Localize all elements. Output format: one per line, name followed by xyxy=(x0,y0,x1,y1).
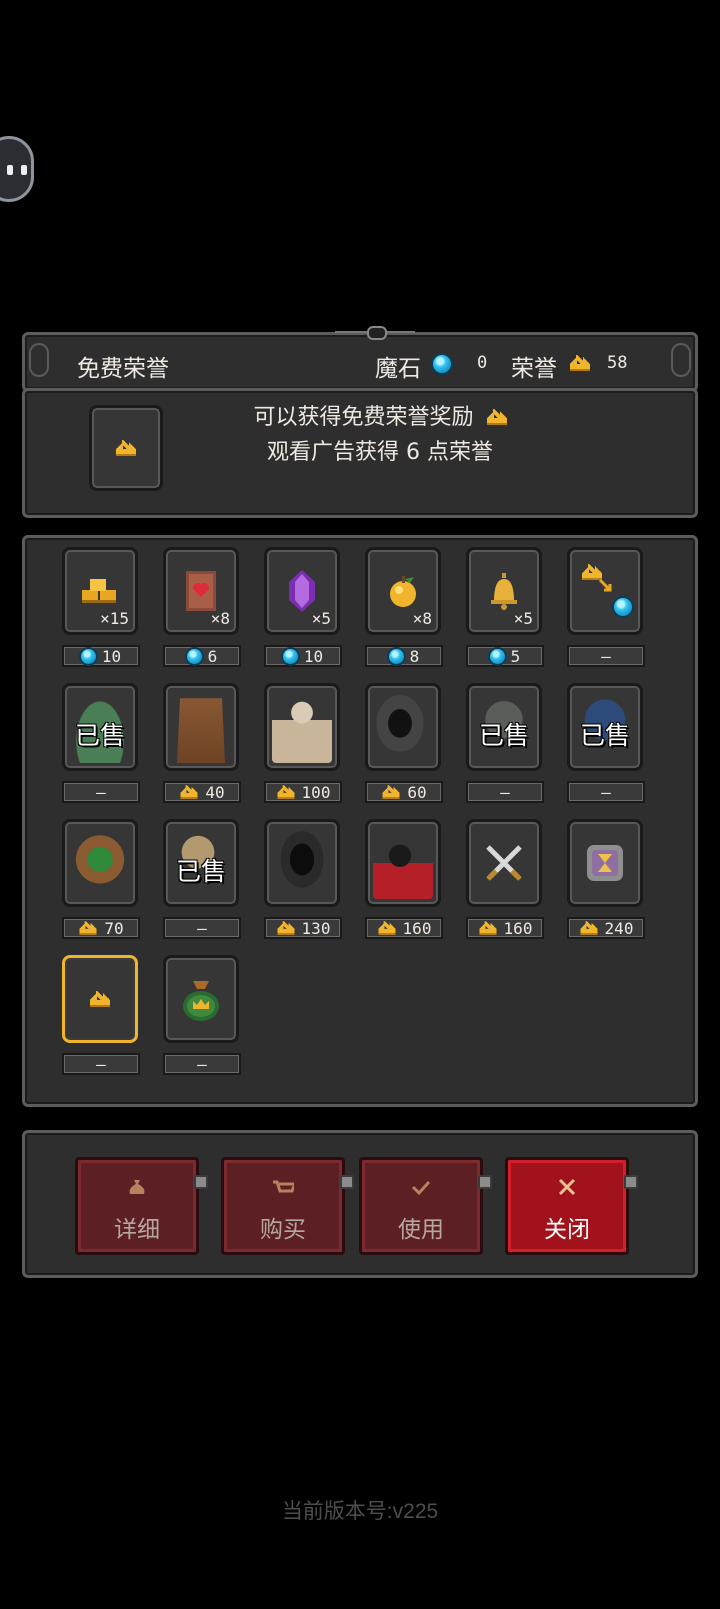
heart-scroll-icon xyxy=(186,571,216,611)
version-label: 当前版本号:v225 xyxy=(281,1500,439,1523)
floating-assistant-button[interactable] xyxy=(0,136,34,202)
separator-knob xyxy=(624,1175,638,1189)
close-icon xyxy=(558,1178,576,1196)
crown-icon xyxy=(580,921,598,935)
info-title: 可以获得免费荣誉奖励 xyxy=(253,405,474,430)
separator-knob xyxy=(340,1175,354,1189)
crown-icon xyxy=(378,921,396,935)
item-price: 40 xyxy=(205,782,225,802)
honor-value: 58 xyxy=(607,353,628,373)
item-price: 160 xyxy=(503,918,533,938)
gold-stack-icon xyxy=(82,579,116,603)
item-quantity: ×5 xyxy=(311,609,331,628)
item-quantity: ×5 xyxy=(513,609,533,628)
crown-icon xyxy=(570,355,590,371)
page-title: 免费荣誉 xyxy=(77,356,169,382)
gem-icon xyxy=(388,648,404,664)
armored-knight-character xyxy=(272,691,332,763)
close-button[interactable]: 关闭 xyxy=(505,1157,629,1255)
shadow-reaper-character xyxy=(272,827,332,899)
item-price: — xyxy=(197,918,207,938)
sold-label: 已售 xyxy=(175,857,226,886)
item-price: — xyxy=(500,782,510,802)
golden-apple-icon xyxy=(390,576,416,607)
gem-icon xyxy=(489,648,505,664)
crown-icon xyxy=(382,785,400,799)
item-quantity: ×15 xyxy=(100,609,129,628)
cart-icon xyxy=(273,1180,294,1193)
separator-knob xyxy=(194,1175,208,1189)
free-honor-info: 可以获得免费荣誉奖励 观看广告获得 6 点荣誉 xyxy=(22,388,698,518)
use-button[interactable]: 使用 xyxy=(359,1157,483,1255)
item-quantity: ×8 xyxy=(412,609,432,628)
action-bar: 详细 购买 使用 关闭 xyxy=(22,1130,698,1278)
crown-icon xyxy=(90,991,110,1007)
item-price: 60 xyxy=(407,782,427,802)
sold-label: 已售 xyxy=(74,721,125,750)
crown-icon xyxy=(277,785,295,799)
magic-stone-icon xyxy=(433,355,451,373)
crown-icon xyxy=(277,921,295,935)
item-price: 240 xyxy=(604,918,634,938)
pirate-mage-character xyxy=(373,827,433,899)
corner-ornament-icon xyxy=(671,343,691,377)
bell-icon xyxy=(491,573,517,610)
ornament-icon xyxy=(335,326,415,340)
item-price: — xyxy=(601,782,611,802)
sold-label: 已售 xyxy=(579,721,630,750)
eye-icon xyxy=(21,165,27,175)
crown-icon xyxy=(79,921,97,935)
item-price: 10 xyxy=(101,646,122,666)
honor-bag-icon xyxy=(183,981,219,1021)
eye-icon xyxy=(7,165,13,175)
item-price: 8 xyxy=(409,646,420,666)
item-price: 6 xyxy=(207,646,218,666)
purple-crystal-icon xyxy=(289,570,315,612)
sold-label: 已售 xyxy=(478,721,529,750)
gem-icon xyxy=(282,648,298,664)
item-price: 130 xyxy=(301,918,331,938)
pouch-icon xyxy=(129,1180,145,1194)
corner-ornament-icon xyxy=(29,343,49,377)
check-icon xyxy=(411,1180,431,1196)
shop-header: 免费荣誉 魔石 0 荣誉 58 xyxy=(22,326,698,392)
item-price: 5 xyxy=(510,646,521,666)
item-price: 160 xyxy=(402,918,432,938)
item-price: 70 xyxy=(104,918,124,938)
item-price: 10 xyxy=(303,646,324,666)
crossed-swords-icon xyxy=(486,845,522,881)
crown-icon xyxy=(479,921,497,935)
item-price: — xyxy=(601,646,611,666)
item-price: — xyxy=(197,1054,207,1074)
item-price: — xyxy=(96,782,106,802)
crown-icon xyxy=(116,440,136,456)
item-price: 100 xyxy=(301,782,331,802)
item-quantity: ×8 xyxy=(210,609,230,628)
gem-icon xyxy=(80,648,96,664)
hooded-wizard-character xyxy=(373,691,433,763)
separator-knob xyxy=(478,1175,492,1189)
crown-icon xyxy=(180,785,198,799)
tree-monster-character xyxy=(177,698,225,763)
item-price: — xyxy=(96,1054,106,1074)
info-description: 观看广告获得 6 点荣誉 xyxy=(267,440,493,465)
crown-icon xyxy=(486,409,507,425)
shop-item-grid: ×15 10 ×8 6 ×5 10 ×8 8 ×5 5 — 已售 — 40 10… xyxy=(22,535,698,1107)
forest-treant-character xyxy=(70,827,130,899)
gem-icon xyxy=(614,598,632,616)
magic-stone-label: 魔石 xyxy=(375,356,421,382)
gem-icon xyxy=(186,648,202,664)
selected-item-slot xyxy=(89,405,163,491)
magic-stone-value: 0 xyxy=(477,353,488,373)
details-button[interactable]: 详细 xyxy=(75,1157,199,1255)
arrow-icon xyxy=(598,578,612,592)
honor-label: 荣誉 xyxy=(511,356,557,382)
hourglass-icon xyxy=(587,845,623,881)
buy-button[interactable]: 购买 xyxy=(221,1157,345,1255)
